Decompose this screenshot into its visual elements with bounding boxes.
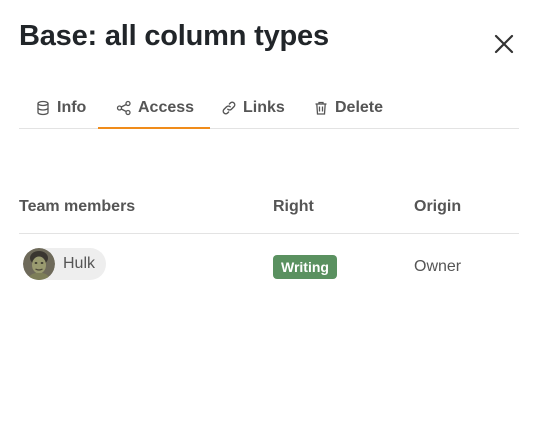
share-icon <box>116 100 132 116</box>
right-badge[interactable]: Writing <box>273 255 337 279</box>
tab-info[interactable]: Info <box>35 88 86 128</box>
access-table: Team members Right Origin Hulk Writing O… <box>19 184 519 298</box>
tab-label: Delete <box>335 99 384 116</box>
column-header-origin: Origin <box>414 198 462 215</box>
tab-bar: Info Access Links Delete <box>19 88 519 129</box>
tab-links[interactable]: Links <box>221 88 285 128</box>
avatar <box>23 248 55 280</box>
column-header-right: Right <box>273 198 314 215</box>
access-dialog: Base: all column types Info Access Links… <box>0 0 546 438</box>
tab-label: Access <box>138 99 195 116</box>
table-header: Team members Right Origin <box>19 184 519 234</box>
tab-delete[interactable]: Delete <box>313 88 383 128</box>
member-chip[interactable]: Hulk <box>23 248 107 280</box>
tab-label: Links <box>243 99 285 116</box>
table-row: Hulk Writing Owner <box>19 234 519 298</box>
close-icon <box>494 34 514 54</box>
close-button[interactable] <box>490 30 518 58</box>
member-name: Hulk <box>63 255 96 272</box>
tab-access[interactable]: Access <box>97 88 211 129</box>
tab-label: Info <box>57 99 87 116</box>
dialog-title: Base: all column types <box>19 20 329 52</box>
origin-value: Owner <box>414 258 462 275</box>
database-icon <box>35 100 51 116</box>
column-header-team-members: Team members <box>19 198 136 215</box>
link-icon <box>221 100 237 116</box>
trash-icon <box>313 100 329 116</box>
